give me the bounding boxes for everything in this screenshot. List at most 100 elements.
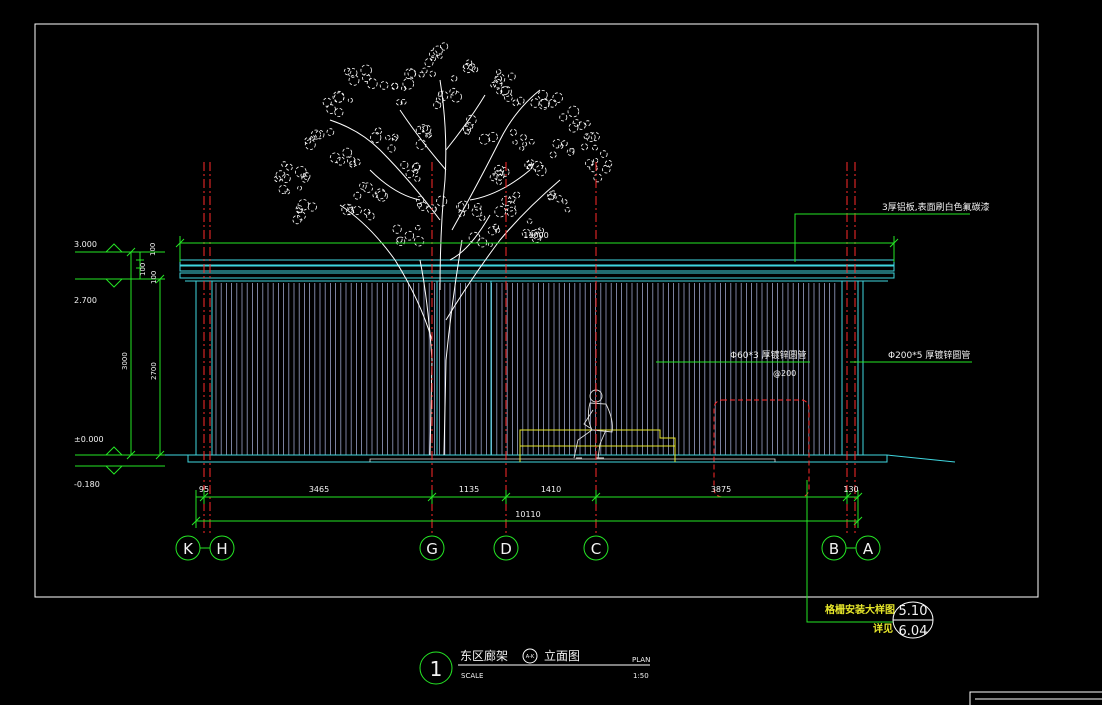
cad-elevation-drawing: K H G D C B A 11000 95 3465 1135 1410 38… <box>34 23 1102 705</box>
leaf-cluster <box>439 42 449 51</box>
leaf-cluster <box>496 69 502 75</box>
leaf-cluster <box>562 199 568 205</box>
leaf-cluster <box>526 218 533 225</box>
leaf-cluster <box>500 86 512 98</box>
leaf-cluster <box>520 133 527 141</box>
leaf-cluster <box>552 138 562 149</box>
dim-130: 130 <box>843 485 858 494</box>
detail-ref-sheet: 6.04 <box>899 624 928 639</box>
leaf-cluster <box>538 98 550 110</box>
vdim-100-a: 100 <box>149 243 157 256</box>
leaf-cluster <box>391 82 399 90</box>
leaf-cluster <box>334 92 345 103</box>
leaf-cluster <box>581 143 589 151</box>
axis-label-k: K <box>183 540 194 558</box>
pipe-note-1-spacing: @200 <box>773 369 796 378</box>
leaf-cluster <box>402 78 415 90</box>
leaf-cluster <box>568 122 579 133</box>
leaf-cluster <box>449 87 458 96</box>
leaf-cluster <box>436 53 443 59</box>
leaf-cluster <box>429 49 438 59</box>
leaf-cluster <box>376 190 388 202</box>
leaf-cluster <box>584 120 591 127</box>
dim-1410: 1410 <box>541 485 561 494</box>
leaf-cluster <box>322 97 332 107</box>
leaf-cluster <box>297 199 310 211</box>
detail-callout-box <box>713 399 810 498</box>
leaf-cluster <box>385 134 391 141</box>
leaf-cluster <box>424 58 434 68</box>
leaf-cluster <box>429 70 436 78</box>
axis-label-c: C <box>591 540 601 558</box>
leaf-cluster <box>436 195 448 207</box>
detail-ref-number: 5.10 <box>899 604 928 619</box>
scale-label: SCALE <box>461 672 483 680</box>
leaf-cluster <box>366 211 375 221</box>
leaf-cluster <box>334 107 344 117</box>
leaf-cluster <box>400 160 409 169</box>
leaf-cluster <box>304 139 316 151</box>
axis-label-a: A <box>863 540 874 558</box>
leaf-cluster <box>392 224 402 234</box>
detail-ref-text-2: 详见 <box>873 622 893 635</box>
leaf-cluster <box>413 235 425 247</box>
leaf-cluster <box>537 90 548 100</box>
leaf-cluster <box>522 141 528 147</box>
axis-label-b: B <box>829 540 839 558</box>
leaf-cluster <box>507 72 516 81</box>
leaf-cluster <box>278 184 288 194</box>
leaf-cluster <box>347 97 353 103</box>
leaf-cluster <box>326 128 335 136</box>
leaf-cluster <box>471 206 482 217</box>
leaf-cluster <box>464 129 470 136</box>
title-number: 1 <box>430 657 443 681</box>
leaf-cluster <box>504 200 516 212</box>
leaf-cluster <box>509 128 517 136</box>
dim-1135: 1135 <box>459 485 479 494</box>
leaf-cluster <box>387 144 396 153</box>
leaf-cluster <box>501 195 512 207</box>
leaf-cluster <box>405 169 415 179</box>
axis-label-h: H <box>216 540 227 558</box>
leaf-cluster <box>599 150 608 158</box>
dim-3465: 3465 <box>309 485 329 494</box>
leaf-cluster <box>336 156 346 166</box>
pipe-note-1: Φ60*3 厚镀锌圆管 <box>730 349 807 361</box>
leaf-cluster <box>552 92 563 103</box>
axis-range: A-K <box>526 654 535 660</box>
leaf-cluster <box>433 101 442 110</box>
leaf-cluster <box>564 207 571 213</box>
leaf-cluster <box>465 59 473 66</box>
leaf-cluster <box>307 202 317 212</box>
leaf-cluster <box>592 144 598 151</box>
level-minus-0180: -0.180 <box>74 480 100 489</box>
scale-value: 1:50 <box>633 672 649 680</box>
roof-beams <box>179 259 895 282</box>
axis-label-d: D <box>500 540 512 558</box>
leaf-cluster <box>512 139 518 145</box>
leaf-cluster <box>593 173 603 183</box>
leaf-cluster <box>585 159 594 168</box>
leaf-cluster <box>478 133 490 145</box>
leaf-cluster <box>326 104 336 114</box>
leaf-cluster <box>519 145 525 151</box>
view-name: 立面图 <box>544 648 580 663</box>
detail-ref-text-1: 格栅安装大样图 <box>825 603 895 616</box>
leaf-cluster <box>421 67 428 74</box>
drawing-title-block: 1 东区廊架 A-K 立面图 PLAN SCALE 1:50 <box>419 648 650 685</box>
bottom-dimension-labels: 95 3465 1135 1410 3875 130 10110 <box>199 485 859 519</box>
axis-lines <box>203 162 856 536</box>
leaf-cluster <box>555 195 563 203</box>
leaf-cluster <box>494 73 506 85</box>
axis-labels: K H G D C B A <box>183 540 874 558</box>
leaf-cluster <box>512 99 519 107</box>
vdim-100-b: 100 <box>139 263 147 276</box>
dim-3875: 3875 <box>711 485 731 494</box>
leaf-cluster <box>495 75 503 83</box>
overall-width-label: 11000 <box>523 231 548 240</box>
axis-label-g: G <box>426 540 438 558</box>
leaf-cluster <box>347 68 358 78</box>
leaf-cluster <box>414 175 421 182</box>
leaf-cluster <box>567 105 580 118</box>
leaf-cluster <box>342 147 353 158</box>
